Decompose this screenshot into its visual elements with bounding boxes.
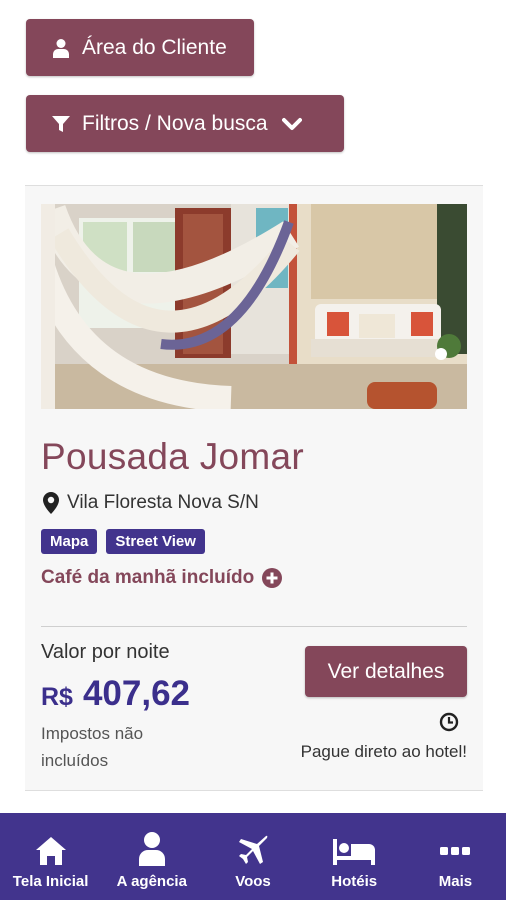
map-pin-icon xyxy=(43,492,59,514)
payment-note: Pague direto ao hotel! xyxy=(300,742,467,761)
breakfast-info[interactable]: Café da manhã incluído xyxy=(41,567,283,589)
nav-voos[interactable]: Voos xyxy=(202,813,303,900)
nav-label: A agência xyxy=(116,873,187,890)
bed-icon xyxy=(332,828,376,866)
mapa-button[interactable]: Mapa xyxy=(41,529,98,554)
hotel-card: Pousada Jomar Vila Floresta Nova S/N Map… xyxy=(25,185,483,791)
more-icon xyxy=(440,828,471,866)
filter-icon xyxy=(52,115,70,133)
user-icon xyxy=(52,38,70,58)
taxes-note: Impostos não incluídos xyxy=(41,724,144,770)
price-currency: R$ xyxy=(41,683,73,711)
filtros-button[interactable]: Filtros / Nova busca xyxy=(26,95,344,152)
price-value: 407,62 xyxy=(82,674,191,713)
hotel-tags: Mapa Street View xyxy=(41,529,205,554)
ver-detalhes-button[interactable]: Ver detalhes xyxy=(305,646,467,697)
nav-hoteis[interactable]: Hotéis xyxy=(304,813,405,900)
nav-label: Tela Inicial xyxy=(12,873,89,890)
price-label: Valor por noite xyxy=(41,641,170,663)
street-view-button[interactable]: Street View xyxy=(106,529,205,554)
divider xyxy=(41,626,467,627)
nav-tela-inicial[interactable]: Tela Inicial xyxy=(0,813,101,900)
hotel-name: Pousada Jomar xyxy=(41,436,305,477)
area-cliente-button[interactable]: Área do Cliente xyxy=(26,19,254,76)
home-icon xyxy=(35,828,67,866)
filtros-label: Filtros / Nova busca xyxy=(82,111,268,135)
nav-mais[interactable]: Mais xyxy=(405,813,506,900)
plane-icon xyxy=(237,828,269,866)
breakfast-label: Café da manhã incluído xyxy=(41,567,255,588)
nav-a-agencia[interactable]: A agência xyxy=(101,813,202,900)
hotel-address: Vila Floresta Nova S/N xyxy=(43,492,259,514)
bottom-nav: Tela Inicial A agência Voos Hotéis Mais xyxy=(0,813,506,900)
area-cliente-label: Área do Cliente xyxy=(82,35,227,59)
hotel-address-text: Vila Floresta Nova S/N xyxy=(67,492,259,513)
nav-label: Voos xyxy=(235,873,271,890)
nav-label: Hotéis xyxy=(331,873,378,890)
nav-label: Mais xyxy=(438,873,473,890)
chevron-down-icon xyxy=(281,117,302,131)
user-icon xyxy=(138,828,166,866)
hotel-photo[interactable] xyxy=(41,204,467,409)
clock-icon xyxy=(439,712,459,737)
plus-circle-icon xyxy=(262,568,283,588)
price: R$ 407,62 xyxy=(41,674,190,714)
